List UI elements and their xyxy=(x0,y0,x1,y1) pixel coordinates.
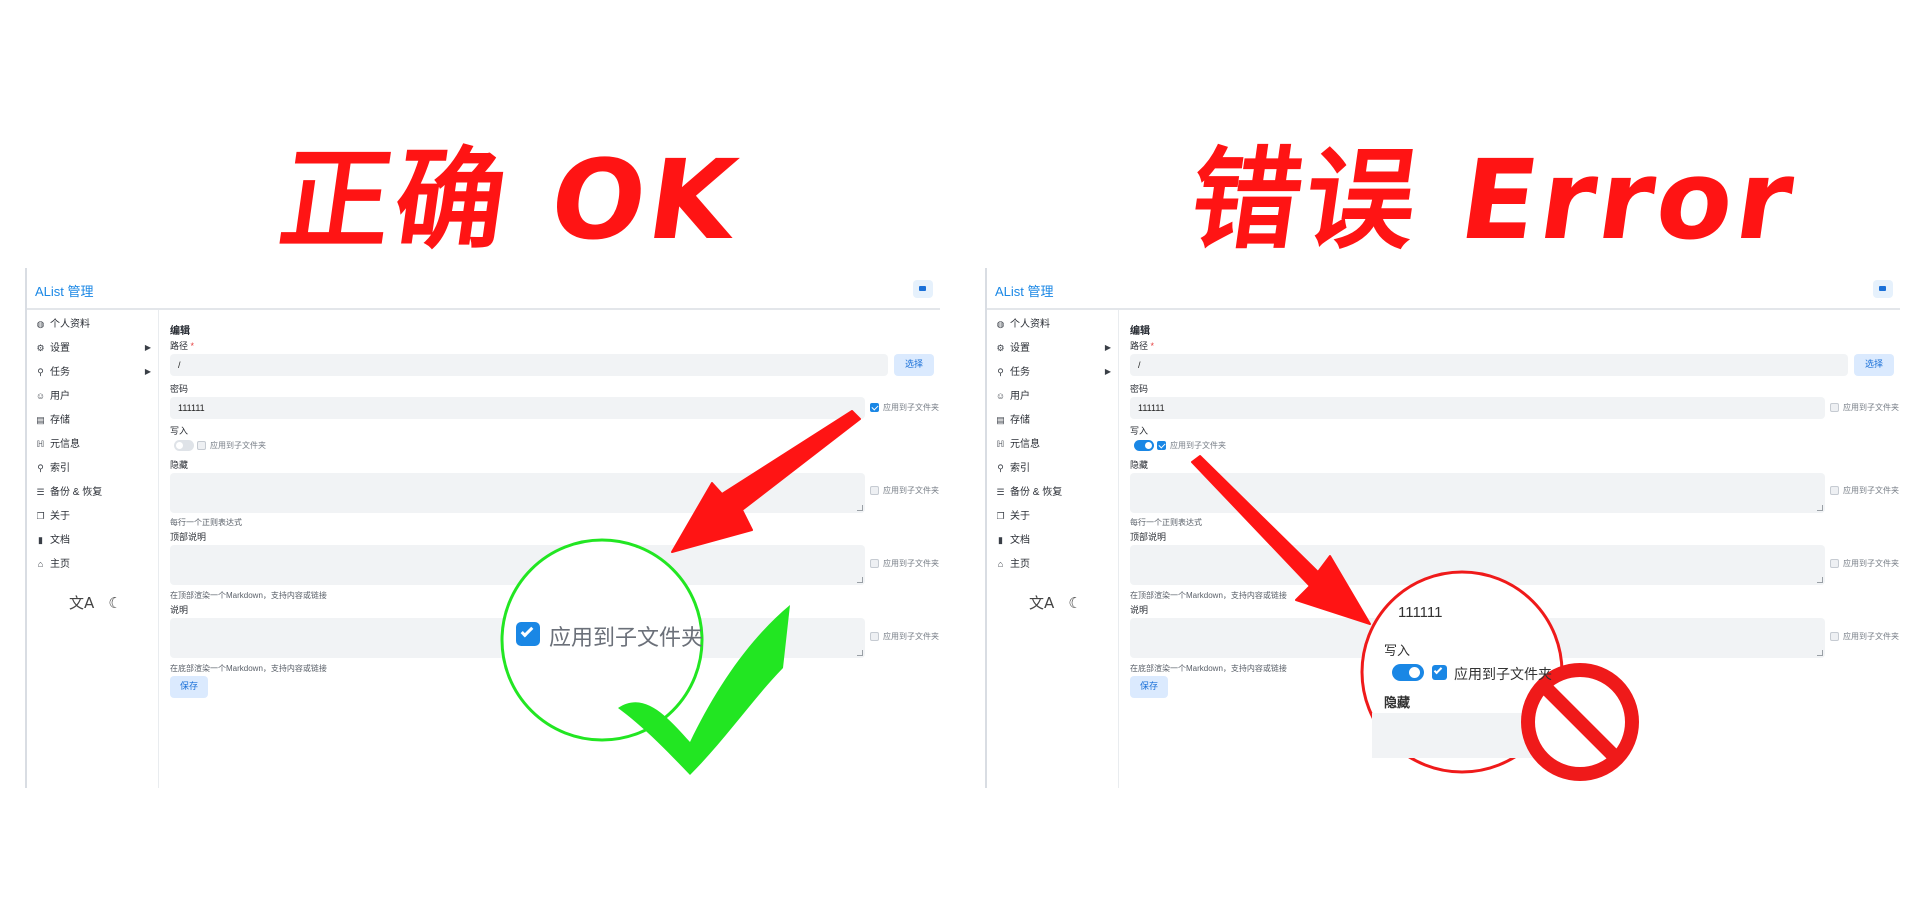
magnified-write-apply-label: 应用到子文件夹 xyxy=(1454,666,1552,682)
magnified-apply-checkbox xyxy=(516,622,540,646)
prohibition-icon xyxy=(1521,663,1639,781)
magnified-hide-label: 隐藏 xyxy=(1384,695,1411,710)
magnified-write-toggle xyxy=(1392,664,1424,681)
magnified-hide-textarea xyxy=(1372,713,1542,758)
comparison-canvas: 正确 OK 错误 Error AList 管理 ◍ 个人资料 ⚙ 设置 ▶ ⚲ 任务 ▶ … xyxy=(0,0,1920,900)
magnified-apply-label: 应用到子文件夹 xyxy=(549,625,704,650)
annotation-overlay xyxy=(500,410,1639,781)
magnified-write-label: 写入 xyxy=(1384,643,1411,658)
magnified-write-checkbox xyxy=(1432,665,1447,680)
magnified-password-value: 111111 xyxy=(1398,604,1443,621)
red-arrow-correct xyxy=(671,410,861,553)
red-arrow-error xyxy=(1191,455,1371,625)
